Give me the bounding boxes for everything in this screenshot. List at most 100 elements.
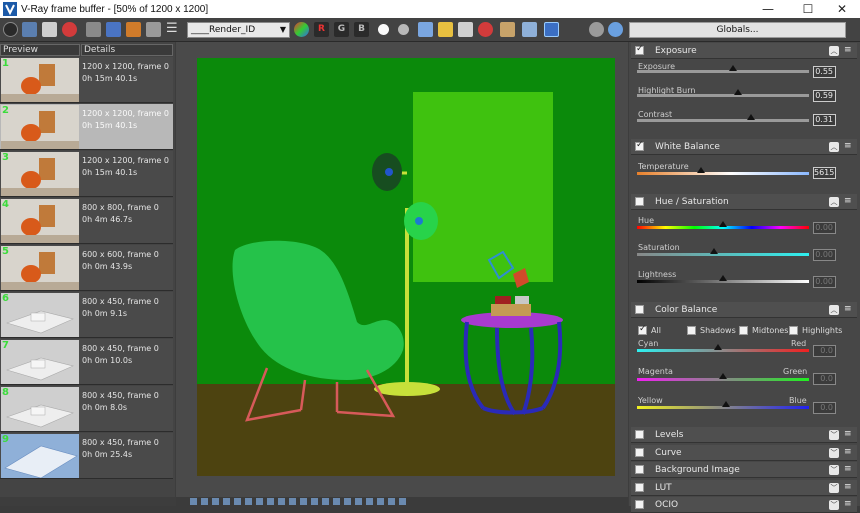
- history-item[interactable]: 7 800 x 450, frame 0 0h 0m 10.0s: [0, 339, 173, 385]
- close-button[interactable]: ✕: [824, 0, 860, 18]
- power-icon[interactable]: [3, 22, 18, 37]
- menu-icon[interactable]: ≡: [844, 46, 853, 56]
- history-item[interactable]: 2 1200 x 1200, frame 0 0h 15m 40.1s: [0, 104, 173, 150]
- history-item[interactable]: 6 800 x 450, frame 0 0h 0m 9.1s: [0, 292, 173, 338]
- section-lut[interactable]: LUT ﹀ ≡: [631, 479, 857, 496]
- render-image[interactable]: [197, 58, 615, 476]
- mono-icon[interactable]: [398, 24, 409, 35]
- render-icon[interactable]: [589, 22, 604, 37]
- contrast-slider[interactable]: [637, 114, 809, 122]
- saturation-value[interactable]: 0.00: [813, 249, 836, 261]
- section-exposure[interactable]: Exposure ︿ ≡: [631, 43, 857, 59]
- magenta-green-slider[interactable]: [637, 373, 809, 381]
- lens-effects-icon[interactable]: [522, 22, 537, 37]
- saturation-slider[interactable]: [637, 248, 809, 256]
- yellow-blue-value[interactable]: 0.0: [813, 402, 836, 414]
- color-channels-icon[interactable]: [294, 22, 309, 37]
- col-preview[interactable]: Preview: [0, 44, 80, 56]
- cb-shadows-checkbox[interactable]: [687, 326, 696, 335]
- hue-saturation-enable-checkbox[interactable]: [635, 197, 644, 206]
- maximize-button[interactable]: ☐: [790, 0, 826, 18]
- temperature-slider-thumb[interactable]: [696, 167, 705, 173]
- cyan-red-value[interactable]: 0.0: [813, 345, 836, 357]
- menu-icon[interactable]: ≡: [844, 447, 853, 458]
- highlight-burn-slider[interactable]: [637, 89, 809, 97]
- render-element-dropdown[interactable]: ____Render_ID ▼: [187, 22, 290, 38]
- menu-icon[interactable]: ≡: [844, 430, 853, 440]
- cb-highlights-checkbox[interactable]: [789, 326, 798, 335]
- white-balance-enable-checkbox[interactable]: [635, 140, 644, 151]
- channel-g-button[interactable]: G: [334, 22, 349, 37]
- save-all-icon[interactable]: [42, 22, 57, 37]
- globals-button[interactable]: Globals...: [629, 22, 846, 38]
- contrast-slider-thumb[interactable]: [746, 114, 755, 120]
- menu-icon[interactable]: ☰: [166, 22, 181, 37]
- region-render-icon[interactable]: [418, 22, 433, 37]
- exposure-enable-checkbox[interactable]: [635, 44, 644, 55]
- chevron-up-icon[interactable]: ︿: [829, 197, 839, 207]
- section-background-image[interactable]: Background Image ﹀ ≡: [631, 462, 857, 478]
- folder-icon[interactable]: [438, 22, 453, 37]
- hue-value[interactable]: 0.00: [813, 222, 836, 234]
- channel-b-button[interactable]: B: [354, 22, 369, 37]
- clear-icon[interactable]: [62, 22, 77, 37]
- section-enable-checkbox[interactable]: [635, 447, 644, 457]
- section-white-balance[interactable]: White Balance ︿ ≡: [631, 139, 857, 155]
- hue-slider[interactable]: [637, 221, 809, 229]
- pixel-info-icon[interactable]: [500, 22, 515, 37]
- exposure-slider-thumb[interactable]: [729, 65, 738, 71]
- chevron-down-icon[interactable]: ﹀: [829, 482, 839, 493]
- magenta-green-slider-thumb[interactable]: [719, 373, 727, 379]
- menu-icon[interactable]: ≡: [844, 482, 853, 493]
- exposure-slider[interactable]: [637, 65, 809, 73]
- saturation-slider-thumb[interactable]: [710, 248, 719, 254]
- history-thumbnail[interactable]: [1, 387, 79, 431]
- color-balance-enable-checkbox[interactable]: [635, 305, 644, 314]
- menu-icon[interactable]: ≡: [844, 142, 853, 152]
- chevron-up-icon[interactable]: ︿: [829, 305, 839, 315]
- interactive-render-icon[interactable]: [608, 22, 623, 37]
- menu-icon[interactable]: ≡: [844, 197, 853, 207]
- highlight-burn-value[interactable]: 0.59: [813, 90, 836, 102]
- chevron-down-icon[interactable]: ﹀: [829, 447, 839, 458]
- menu-icon[interactable]: ≡: [844, 305, 853, 315]
- hue-slider-thumb[interactable]: [719, 221, 727, 227]
- section-color-balance[interactable]: Color Balance ︿ ≡: [631, 302, 857, 318]
- section-enable-checkbox[interactable]: [635, 500, 644, 509]
- history-item[interactable]: 5 600 x 600, frame 0 0h 0m 43.9s: [0, 245, 173, 291]
- history-thumbnail[interactable]: [1, 199, 79, 243]
- section-curve[interactable]: Curve ﹀ ≡: [631, 444, 857, 461]
- display-correction-icon[interactable]: [544, 22, 559, 37]
- history-thumbnail[interactable]: [1, 58, 79, 102]
- cyan-red-slider[interactable]: [637, 344, 809, 352]
- col-details[interactable]: Details: [81, 44, 173, 56]
- load-icon[interactable]: [126, 22, 141, 37]
- cb-all-checkbox[interactable]: [638, 324, 647, 335]
- lightness-slider[interactable]: [637, 275, 809, 283]
- contrast-value[interactable]: 0.31: [813, 114, 836, 126]
- history-thumbnail[interactable]: [1, 246, 79, 290]
- section-enable-checkbox[interactable]: [635, 465, 644, 474]
- channel-r-button[interactable]: R: [314, 22, 329, 37]
- alpha-icon[interactable]: [378, 24, 389, 35]
- temperature-value[interactable]: 5615: [813, 167, 836, 179]
- copy-icon[interactable]: [458, 22, 473, 37]
- exposure-value[interactable]: 0.55: [813, 66, 836, 78]
- ab-icon[interactable]: [106, 22, 121, 37]
- section-levels[interactable]: Levels ﹀ ≡: [631, 427, 857, 443]
- cyan-red-slider-thumb[interactable]: [713, 344, 722, 350]
- section-enable-checkbox[interactable]: [635, 430, 644, 439]
- chevron-down-icon[interactable]: ﹀: [829, 430, 839, 440]
- history-item[interactable]: 1 1200 x 1200, frame 0 0h 15m 40.1s: [0, 57, 173, 103]
- chevron-down-icon[interactable]: ﹀: [829, 500, 839, 510]
- minimize-button[interactable]: —: [750, 0, 786, 18]
- chevron-down-icon[interactable]: ﹀: [829, 465, 839, 475]
- statusbar-icons[interactable]: [190, 498, 410, 505]
- stop-render-icon[interactable]: [478, 22, 493, 37]
- section-ocio[interactable]: OCIO ﹀ ≡: [631, 497, 857, 513]
- history-item[interactable]: 9 800 x 450, frame 0 0h 0m 25.4s: [0, 433, 173, 479]
- history-item[interactable]: 4 800 x 800, frame 0 0h 4m 46.7s: [0, 198, 173, 244]
- history-thumbnail[interactable]: [1, 152, 79, 196]
- compare-icon[interactable]: [86, 22, 101, 37]
- yellow-blue-slider-thumb[interactable]: [722, 401, 731, 407]
